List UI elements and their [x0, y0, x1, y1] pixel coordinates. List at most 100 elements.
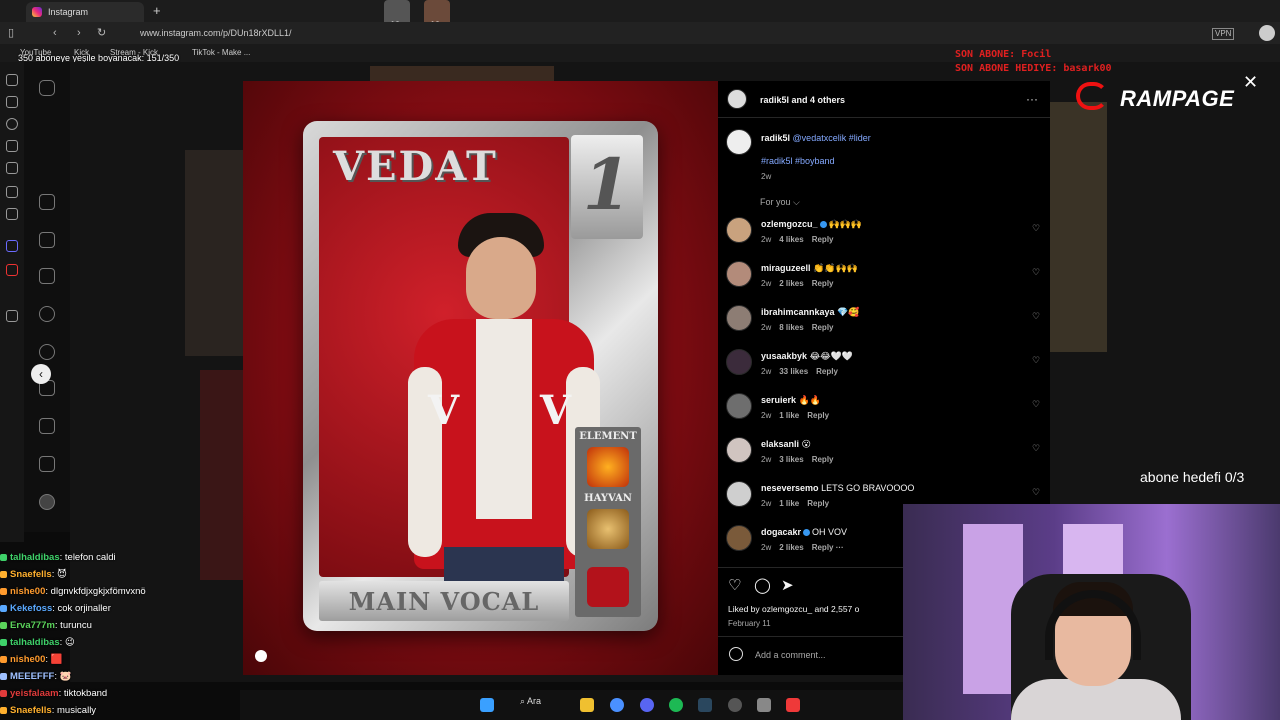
- share-icon[interactable]: ➤: [781, 576, 794, 594]
- comment-reply[interactable]: Reply: [807, 499, 829, 508]
- direct-messages-icon[interactable]: [39, 268, 55, 284]
- user-tag-icon[interactable]: [255, 650, 267, 662]
- bookmark-tiktok[interactable]: TikTok - Make ...: [192, 48, 250, 57]
- caption-mention[interactable]: @vedatxcelik #lider: [793, 133, 871, 143]
- commenter-avatar[interactable]: [726, 481, 752, 507]
- comment-likes[interactable]: 2 likes: [779, 543, 803, 552]
- spotify-icon[interactable]: [669, 698, 683, 712]
- comment-reply[interactable]: Reply: [807, 411, 829, 420]
- vivaldi-taskbar-icon[interactable]: [786, 698, 800, 712]
- commenter-avatar[interactable]: [726, 261, 752, 287]
- comment-likes[interactable]: 3 likes: [779, 455, 803, 464]
- comment-reply[interactable]: Reply ···: [812, 543, 844, 552]
- obs-icon[interactable]: [728, 698, 742, 712]
- comment-username[interactable]: ozlemgozcu_: [761, 219, 818, 229]
- search-icon[interactable]: [39, 306, 55, 322]
- mastodon-icon[interactable]: [6, 240, 18, 252]
- forward-icon[interactable]: ›: [77, 26, 81, 40]
- mail-icon[interactable]: [6, 186, 18, 198]
- post-authors[interactable]: radik5l and 4 others: [760, 95, 845, 105]
- commenter-avatar[interactable]: [726, 305, 752, 331]
- bookmark-panel-icon[interactable]: [6, 74, 18, 86]
- instagram-logo-icon[interactable]: [39, 80, 55, 96]
- post-image[interactable]: V V VEDAT 1 ELEMENT HAYVAN MAIN VOCAL: [243, 81, 718, 675]
- dashboard-icon[interactable]: [39, 456, 55, 472]
- chat-username[interactable]: Snaefells: [10, 705, 52, 716]
- author-avatar[interactable]: [727, 89, 747, 109]
- reels-icon[interactable]: [39, 232, 55, 248]
- comment-sort-dropdown[interactable]: For you ⌵: [760, 197, 800, 208]
- chat-username[interactable]: talhaldibas: [10, 637, 60, 648]
- emoji-icon[interactable]: [729, 647, 743, 661]
- url-field[interactable]: www.instagram.com/p/DUn18rXDLL1/: [140, 26, 1140, 40]
- calendar-icon[interactable]: [6, 208, 18, 220]
- commenter-avatar[interactable]: [726, 217, 752, 243]
- comment-reply[interactable]: Reply: [812, 235, 834, 244]
- steam-icon[interactable]: [698, 698, 712, 712]
- translate-icon[interactable]: [6, 162, 18, 174]
- comment-icon[interactable]: ◯: [754, 576, 771, 594]
- file-explorer-icon[interactable]: [580, 698, 594, 712]
- comment-like-icon[interactable]: ♡: [1032, 355, 1040, 366]
- comment-likes[interactable]: 8 likes: [779, 323, 803, 332]
- more-options-icon[interactable]: ···: [1026, 92, 1038, 106]
- home-icon[interactable]: [39, 194, 55, 210]
- add-panel-icon[interactable]: [6, 310, 18, 322]
- chat-username[interactable]: yeisfalaam: [10, 688, 59, 699]
- comment-like-icon[interactable]: ♡: [1032, 311, 1040, 322]
- vivaldi-icon[interactable]: [6, 264, 18, 276]
- close-icon[interactable]: ✕: [1243, 72, 1258, 93]
- create-icon[interactable]: [39, 418, 55, 434]
- comment-like-icon[interactable]: ♡: [1032, 399, 1040, 410]
- chat-username[interactable]: nishe00: [10, 654, 45, 665]
- chat-username[interactable]: talhaldibas: [10, 552, 60, 563]
- sidebar-toggle-icon[interactable]: ▯: [8, 26, 14, 40]
- downloads-icon[interactable]: [6, 96, 18, 108]
- comment-reply[interactable]: Reply: [812, 323, 834, 332]
- comment-like-icon[interactable]: ♡: [1032, 223, 1040, 234]
- comment-likes[interactable]: 33 likes: [779, 367, 808, 376]
- back-icon[interactable]: ‹: [53, 26, 57, 40]
- history-icon[interactable]: [6, 118, 18, 130]
- profile-nav-icon[interactable]: [39, 494, 55, 510]
- comment-likes[interactable]: 4 likes: [779, 235, 803, 244]
- comment-username[interactable]: neseversemo: [761, 483, 819, 493]
- chat-username[interactable]: Erva777m: [10, 620, 55, 631]
- start-menu-icon[interactable]: [480, 698, 494, 712]
- comment-username[interactable]: miraguzeell: [761, 263, 811, 273]
- comment-like-icon[interactable]: ♡: [1032, 443, 1040, 454]
- chat-username[interactable]: Snaefells: [10, 569, 52, 580]
- comment-reply[interactable]: Reply: [812, 279, 834, 288]
- commenter-avatar[interactable]: [726, 349, 752, 375]
- comment-username[interactable]: seruierk: [761, 395, 796, 405]
- caption-username[interactable]: radik5l: [761, 133, 790, 143]
- previous-post-icon[interactable]: ‹: [31, 364, 51, 384]
- comment-username[interactable]: ibrahimcannkaya: [761, 307, 835, 317]
- comment-reply[interactable]: Reply: [816, 367, 838, 376]
- taskbar-search[interactable]: ⌕ Ara: [520, 696, 541, 707]
- comment-username[interactable]: yusaakbyk: [761, 351, 807, 361]
- commenter-avatar[interactable]: [726, 525, 752, 551]
- new-tab-button[interactable]: +: [153, 3, 161, 18]
- chat-username[interactable]: Kekefoss: [10, 603, 52, 614]
- profile-icon[interactable]: [1259, 25, 1275, 41]
- add-comment-input[interactable]: Add a comment...: [755, 650, 826, 660]
- comment-likes[interactable]: 1 like: [779, 411, 799, 420]
- chat-username[interactable]: nishe00: [10, 586, 45, 597]
- comment-username[interactable]: elaksanli: [761, 439, 799, 449]
- reload-icon[interactable]: ↻: [97, 26, 106, 40]
- vpn-icon[interactable]: VPN: [1212, 28, 1235, 40]
- browser-app-icon[interactable]: [610, 698, 624, 712]
- settings-icon[interactable]: [757, 698, 771, 712]
- comment-likes[interactable]: 2 likes: [779, 279, 803, 288]
- commenter-avatar[interactable]: [726, 393, 752, 419]
- comment-like-icon[interactable]: ♡: [1032, 267, 1040, 278]
- caption-avatar[interactable]: [726, 129, 752, 155]
- explore-icon[interactable]: [39, 344, 55, 360]
- discord-icon[interactable]: [640, 698, 654, 712]
- notes-icon[interactable]: [6, 140, 18, 152]
- commenter-avatar[interactable]: [726, 437, 752, 463]
- like-icon[interactable]: ♡: [728, 576, 741, 594]
- chat-username[interactable]: MEEEFFF: [10, 671, 54, 682]
- tab-instagram[interactable]: Instagram: [26, 2, 144, 22]
